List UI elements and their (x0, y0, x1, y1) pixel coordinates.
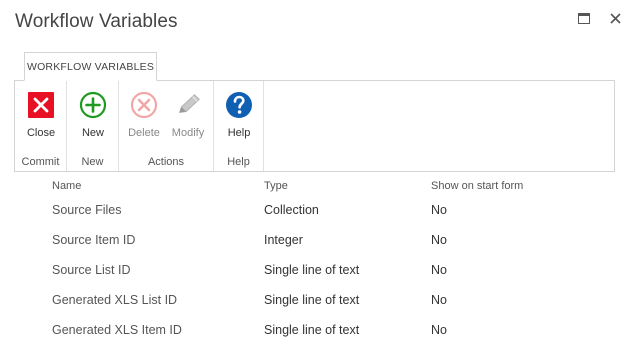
group-label-actions: Actions (147, 156, 185, 168)
delete-circle-icon (130, 91, 158, 119)
delete-button[interactable]: Delete (122, 91, 166, 139)
table-row[interactable]: Generated XLS Item ID Single line of tex… (0, 323, 634, 353)
variable-type: Single line of text (264, 263, 360, 277)
ribbon-group-actions: Delete Modify Actions (119, 81, 214, 171)
help-button[interactable]: Help (217, 91, 261, 139)
variable-name[interactable]: Source Files (52, 203, 121, 217)
maximize-button[interactable] (575, 9, 593, 27)
modify-button[interactable]: Modify (166, 91, 210, 139)
variable-name[interactable]: Source Item ID (52, 233, 135, 247)
group-label-new: New (81, 156, 104, 168)
modify-button-label: Modify (171, 127, 205, 139)
table-row[interactable]: Generated XLS List ID Single line of tex… (0, 293, 634, 323)
help-icon (225, 91, 253, 119)
add-circle-icon (79, 91, 107, 119)
group-label-commit: Commit (21, 156, 60, 168)
ribbon-group-commit: Close Commit (15, 81, 67, 171)
column-header-type[interactable]: Type (264, 180, 288, 192)
variable-show-on-start: No (431, 323, 447, 337)
table-row[interactable]: Source Item ID Integer No (0, 233, 634, 263)
variable-show-on-start: No (431, 293, 447, 307)
close-button[interactable]: Close (19, 91, 63, 139)
variable-name[interactable]: Generated XLS List ID (52, 293, 177, 307)
variable-type: Single line of text (264, 293, 360, 307)
close-dialog-button[interactable] (606, 9, 624, 27)
group-label-help: Help (227, 156, 250, 168)
variable-type: Collection (264, 203, 319, 217)
dialog-title: Workflow Variables (15, 11, 178, 32)
help-button-label: Help (227, 127, 251, 139)
ribbon-group-help: Help Help (214, 81, 264, 171)
variable-type: Single line of text (264, 323, 360, 337)
close-icon (609, 12, 621, 24)
new-button[interactable]: New (71, 91, 115, 139)
variable-show-on-start: No (431, 263, 447, 277)
tab-workflow-variables[interactable]: WORKFLOW VARIABLES (24, 52, 157, 81)
delete-button-label: Delete (128, 127, 160, 139)
variable-name[interactable]: Source List ID (52, 263, 131, 277)
column-header-name[interactable]: Name (52, 180, 81, 192)
column-header-show-on-start-form[interactable]: Show on start form (431, 180, 523, 192)
ribbon-group-new: New New (67, 81, 119, 171)
variable-type: Integer (264, 233, 303, 247)
new-button-label: New (81, 127, 104, 139)
maximize-icon (578, 12, 590, 24)
close-x-icon (27, 91, 55, 119)
ribbon: Close Commit New New Delete Modify Actio… (14, 80, 615, 172)
pencil-icon (174, 91, 202, 119)
close-button-label: Close (26, 127, 56, 139)
variable-show-on-start: No (431, 233, 447, 247)
table-row[interactable]: Source Files Collection No (0, 203, 634, 233)
variable-show-on-start: No (431, 203, 447, 217)
table-row[interactable]: Source List ID Single line of text No (0, 263, 634, 293)
variable-name[interactable]: Generated XLS Item ID (52, 323, 182, 337)
